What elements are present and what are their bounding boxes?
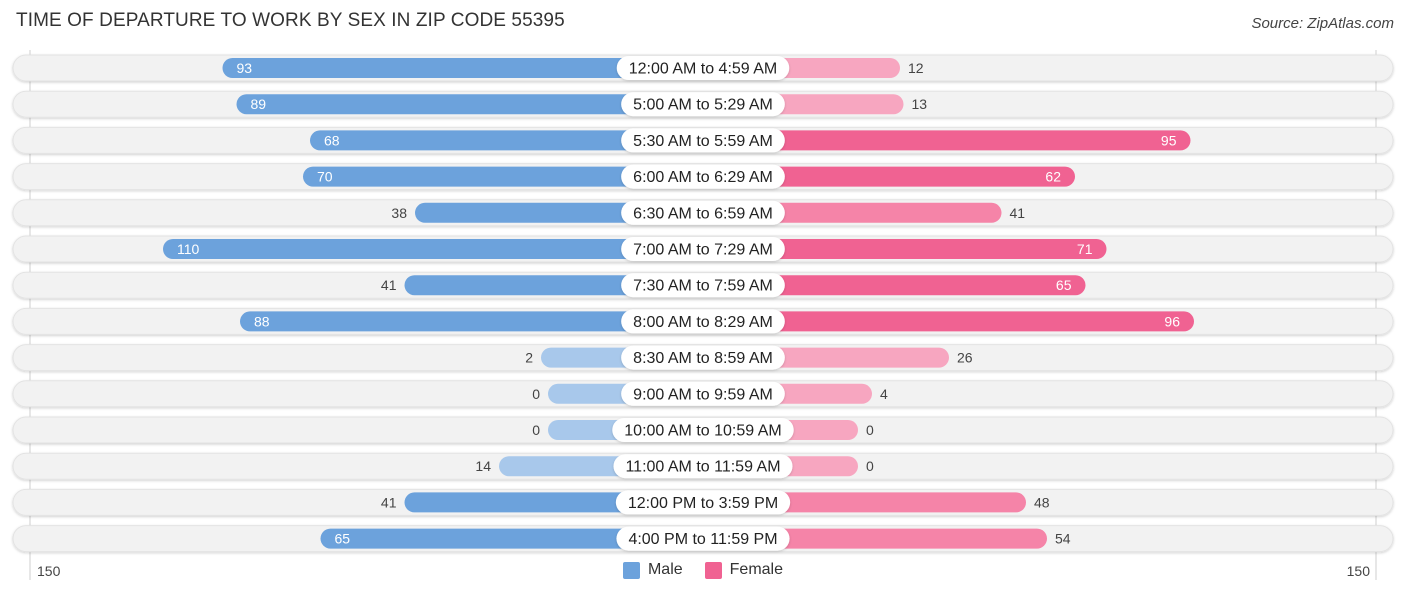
legend-swatch-male (622, 561, 640, 579)
male-value-label: 93 (237, 60, 253, 76)
female-value-label: 95 (1161, 132, 1177, 148)
category-label: 6:30 AM to 6:59 AM (633, 205, 773, 222)
legend: Male Female (0, 561, 1406, 579)
bar-row: 110 71 7:00 AM to 7:29 AM (12, 235, 1394, 263)
bar-row: 38 41 6:30 AM to 6:59 AM (12, 199, 1394, 227)
category-label: 4:00 PM to 11:59 PM (628, 531, 777, 548)
female-value-label: 26 (957, 350, 973, 366)
bar-row: 2 26 8:30 AM to 8:59 AM (12, 344, 1394, 372)
category-label: 9:00 AM to 9:59 AM (633, 386, 773, 403)
female-value-label: 48 (1034, 494, 1050, 510)
female-value-label: 0 (866, 458, 874, 474)
legend-label-female: Female (729, 561, 784, 578)
female-value-label: 96 (1164, 313, 1180, 329)
male-value-label: 88 (254, 313, 270, 329)
category-label: 6:00 AM to 6:29 AM (633, 169, 773, 186)
category-label: 8:00 AM to 8:29 AM (633, 314, 773, 331)
male-value-label: 89 (251, 96, 267, 112)
male-value-label: 65 (335, 531, 351, 547)
legend-swatch-female (704, 561, 722, 579)
category-label: 8:30 AM to 8:59 AM (633, 350, 773, 367)
bar-row: 88 96 8:00 AM to 8:29 AM (12, 307, 1394, 335)
male-value-label: 0 (532, 386, 540, 402)
category-label: 7:30 AM to 7:59 AM (633, 278, 773, 295)
bar-row: 70 62 6:00 AM to 6:29 AM (12, 163, 1394, 191)
female-value-label: 54 (1055, 531, 1071, 547)
female-value-label: 0 (866, 422, 874, 438)
bar-row: 0 0 10:00 AM to 10:59 AM (12, 416, 1394, 444)
legend-label-male: Male (647, 561, 683, 578)
female-value-label: 71 (1077, 241, 1093, 257)
category-label: 11:00 AM to 11:59 AM (625, 459, 780, 476)
male-value-label: 41 (381, 277, 397, 293)
bar-row: 93 12 12:00 AM to 4:59 AM (12, 54, 1394, 82)
male-value-label: 2 (525, 350, 533, 366)
female-value-label: 65 (1056, 277, 1072, 293)
chart-svg: 93 12 12:00 AM to 4:59 AM 89 13 5:00 AM to 5:… (12, 50, 1394, 580)
bar-row: 14 0 11:00 AM to 11:59 AM (12, 452, 1394, 480)
category-label: 10:00 AM to 10:59 AM (624, 423, 781, 440)
male-value-label: 38 (391, 205, 407, 221)
legend-item-female: Female (704, 561, 784, 579)
category-label: 5:00 AM to 5:29 AM (633, 97, 773, 114)
male-value-label: 68 (324, 132, 340, 148)
female-value-label: 62 (1045, 169, 1061, 185)
bar-row: 41 48 12:00 PM to 3:59 PM (12, 488, 1394, 516)
category-label: 5:30 AM to 5:59 AM (633, 133, 773, 150)
female-value-label: 41 (1010, 205, 1026, 221)
male-value-label: 14 (475, 458, 491, 474)
bar-row: 65 54 4:00 PM to 11:59 PM (12, 525, 1394, 553)
male-value-label: 41 (381, 494, 397, 510)
male-value-label: 70 (317, 169, 333, 185)
male-value-label: 110 (177, 241, 200, 257)
bar-row: 41 65 7:30 AM to 7:59 AM (12, 271, 1394, 299)
female-value-label: 4 (880, 386, 888, 402)
bar-row: 68 95 5:30 AM to 5:59 AM (12, 126, 1394, 154)
category-label: 12:00 PM to 3:59 PM (628, 495, 778, 512)
category-label: 7:00 AM to 7:29 AM (633, 242, 773, 259)
bar-row: 0 4 9:00 AM to 9:59 AM (12, 380, 1394, 408)
bar-row: 89 13 5:00 AM to 5:29 AM (12, 90, 1394, 118)
male-value-label: 0 (532, 422, 540, 438)
female-value-label: 13 (912, 96, 928, 112)
female-value-label: 12 (908, 60, 924, 76)
category-label: 12:00 AM to 4:59 AM (629, 61, 778, 78)
legend-item-male: Male (622, 561, 683, 579)
